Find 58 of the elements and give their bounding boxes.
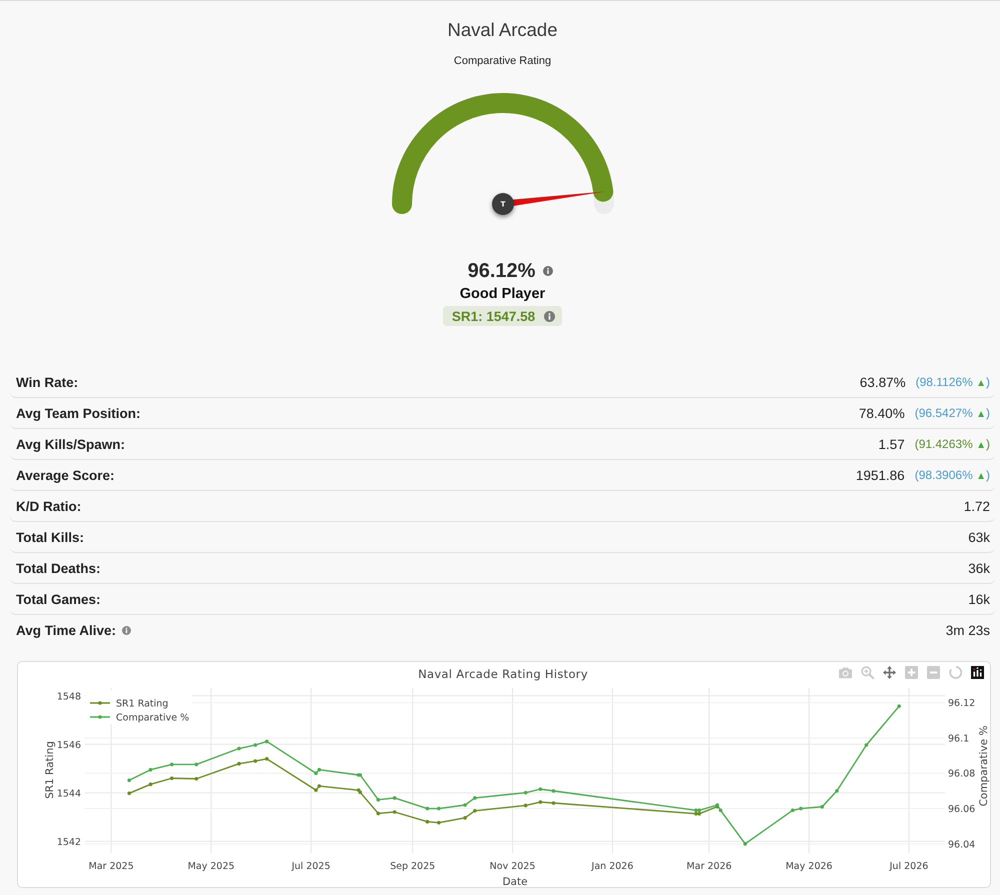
percentile-text: (91.4263% ▲) bbox=[914, 437, 990, 451]
info-icon[interactable] bbox=[543, 266, 554, 276]
axis-title: Comparative % bbox=[978, 726, 990, 806]
axis-tick-label: Jan 2026 bbox=[592, 861, 634, 872]
stat-value: 1.57 bbox=[878, 436, 905, 452]
stat-label: Avg Time Alive: bbox=[16, 623, 116, 638]
percentile-text: (96.5427% ▲) bbox=[914, 406, 990, 420]
legend-label[interactable]: Comparative % bbox=[116, 712, 190, 724]
axis-title: SR1 Rating bbox=[44, 741, 56, 799]
stat-label: Average Score: bbox=[16, 468, 115, 482]
stat-value: 1.72 bbox=[964, 498, 990, 514]
chart-title: Naval Arcade Rating History bbox=[418, 667, 588, 681]
stat-value: 3m 23s bbox=[946, 623, 990, 638]
axis-tick-label: 96.08 bbox=[948, 768, 976, 780]
axis-tick-label: 96.04 bbox=[948, 839, 976, 850]
stat-label: Total Kills: bbox=[16, 530, 84, 544]
axis-tick-label: Jul 2026 bbox=[890, 861, 928, 872]
stat-value: 1951.86 bbox=[856, 468, 905, 482]
axis-title: Date bbox=[502, 876, 528, 887]
axis-tick-label: 1546 bbox=[56, 740, 81, 751]
info-icon[interactable] bbox=[544, 310, 556, 322]
legend-line-icon[interactable] bbox=[90, 715, 110, 719]
gauge-title: Comparative Rating bbox=[452, 54, 552, 68]
axis-tick-label: 96.1 bbox=[948, 733, 970, 744]
stat-label: Win Rate: bbox=[16, 374, 78, 390]
axis-tick-label: 1544 bbox=[56, 788, 81, 800]
stat-label: K/D Ratio: bbox=[16, 498, 82, 514]
axis-tick-label: Mar 2025 bbox=[88, 861, 134, 872]
axis-tick-label: 1542 bbox=[56, 836, 81, 848]
axis-tick-label: May 2025 bbox=[188, 861, 235, 872]
axis-tick-label: Jul 2025 bbox=[292, 861, 330, 872]
stat-value: 16k bbox=[968, 592, 990, 606]
move-icon[interactable] bbox=[883, 666, 896, 679]
stat-value: 63k bbox=[968, 530, 990, 544]
axis-tick-label: 1548 bbox=[56, 691, 81, 702]
percentile-text: (98.1126% ▲) bbox=[916, 375, 990, 389]
stat-label: Avg Team Position: bbox=[16, 406, 141, 420]
axis-tick-label: 96.06 bbox=[948, 804, 976, 816]
stat-value: 78.40% bbox=[858, 406, 905, 420]
percentile-text: (98.3906% ▲) bbox=[914, 468, 990, 482]
legend-line-icon[interactable] bbox=[90, 701, 110, 705]
stat-value: 36k bbox=[968, 560, 990, 576]
rating-text: SR1: 1547.58 bbox=[452, 308, 536, 324]
axis-tick-label: Mar 2026 bbox=[686, 861, 732, 872]
stat-label: Total Games: bbox=[16, 592, 101, 606]
player-rank: Good Player bbox=[458, 285, 546, 304]
score-value: 96.12% bbox=[468, 259, 536, 284]
chart-logo-icon[interactable] bbox=[971, 666, 984, 679]
stat-value: 63.87% bbox=[860, 374, 906, 390]
info-icon[interactable] bbox=[122, 626, 132, 635]
axis-tick-label: Sep 2025 bbox=[390, 861, 436, 872]
axis-tick-label: May 2026 bbox=[786, 861, 832, 872]
stat-label: Avg Kills/Spawn: bbox=[16, 436, 126, 452]
legend-label[interactable]: SR1 Rating bbox=[116, 698, 168, 710]
page-title: Naval Arcade bbox=[446, 18, 559, 42]
axis-tick-label: Nov 2025 bbox=[490, 861, 536, 872]
axis-tick-label: 96.12 bbox=[948, 698, 976, 710]
stat-label: Total Deaths: bbox=[16, 560, 101, 576]
